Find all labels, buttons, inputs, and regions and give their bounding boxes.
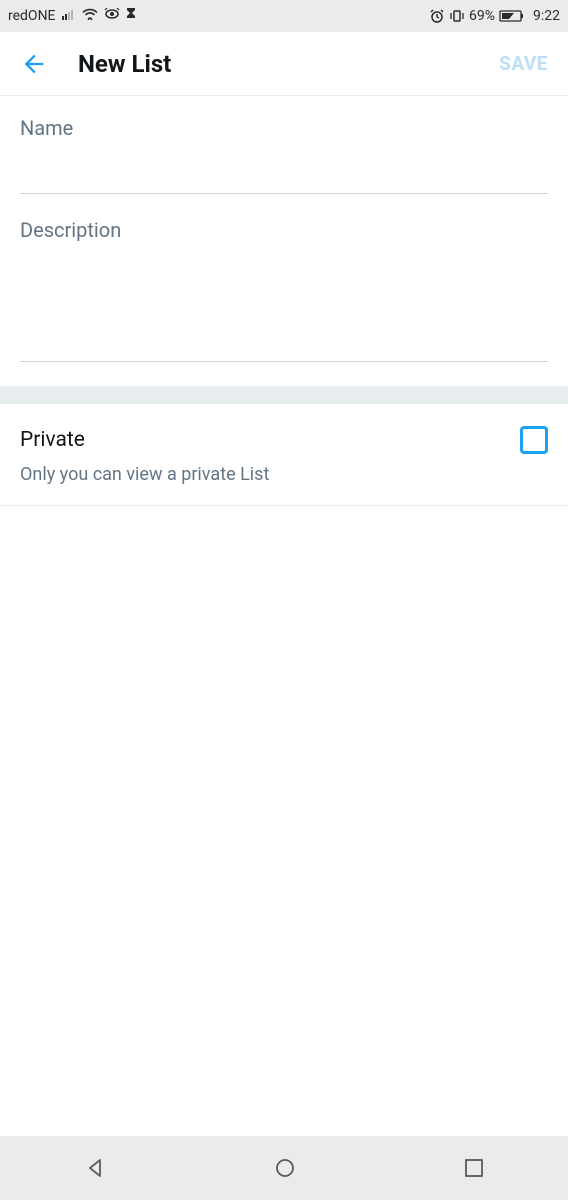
description-input[interactable] <box>20 252 548 362</box>
nav-back-icon[interactable] <box>83 1156 107 1180</box>
battery-icon <box>499 9 525 23</box>
save-button[interactable]: SAVE <box>499 52 548 75</box>
carrier-label: redONE <box>8 8 56 24</box>
name-input[interactable] <box>20 150 548 194</box>
wifi-icon <box>82 8 98 24</box>
hourglass-icon <box>126 7 136 25</box>
vibrate-icon <box>449 8 465 24</box>
alarm-icon <box>429 8 445 24</box>
private-help-text: Only you can view a private List <box>20 464 548 485</box>
status-left: redONE <box>8 7 136 25</box>
battery-percent: 69% <box>469 8 495 24</box>
name-label: Name <box>20 116 548 140</box>
nav-recent-icon[interactable] <box>463 1157 485 1179</box>
status-right: 69% 9:22 <box>429 8 560 24</box>
private-row: Private <box>20 426 548 454</box>
page-title: New List <box>78 50 499 78</box>
nav-home-icon[interactable] <box>273 1156 297 1180</box>
section-separator <box>0 386 568 404</box>
form-section: Name Description <box>0 96 568 386</box>
signal-icon <box>62 8 76 24</box>
eye-icon <box>104 8 120 24</box>
android-nav-bar <box>0 1136 568 1200</box>
private-label: Private <box>20 428 85 452</box>
description-label: Description <box>20 218 548 242</box>
time-label: 9:22 <box>533 8 560 24</box>
private-section: Private Only you can view a private List <box>0 404 568 506</box>
private-checkbox[interactable] <box>520 426 548 454</box>
app-header: New List SAVE <box>0 32 568 96</box>
status-bar: redONE 69% 9:22 <box>0 0 568 32</box>
back-arrow-icon[interactable] <box>20 50 48 78</box>
